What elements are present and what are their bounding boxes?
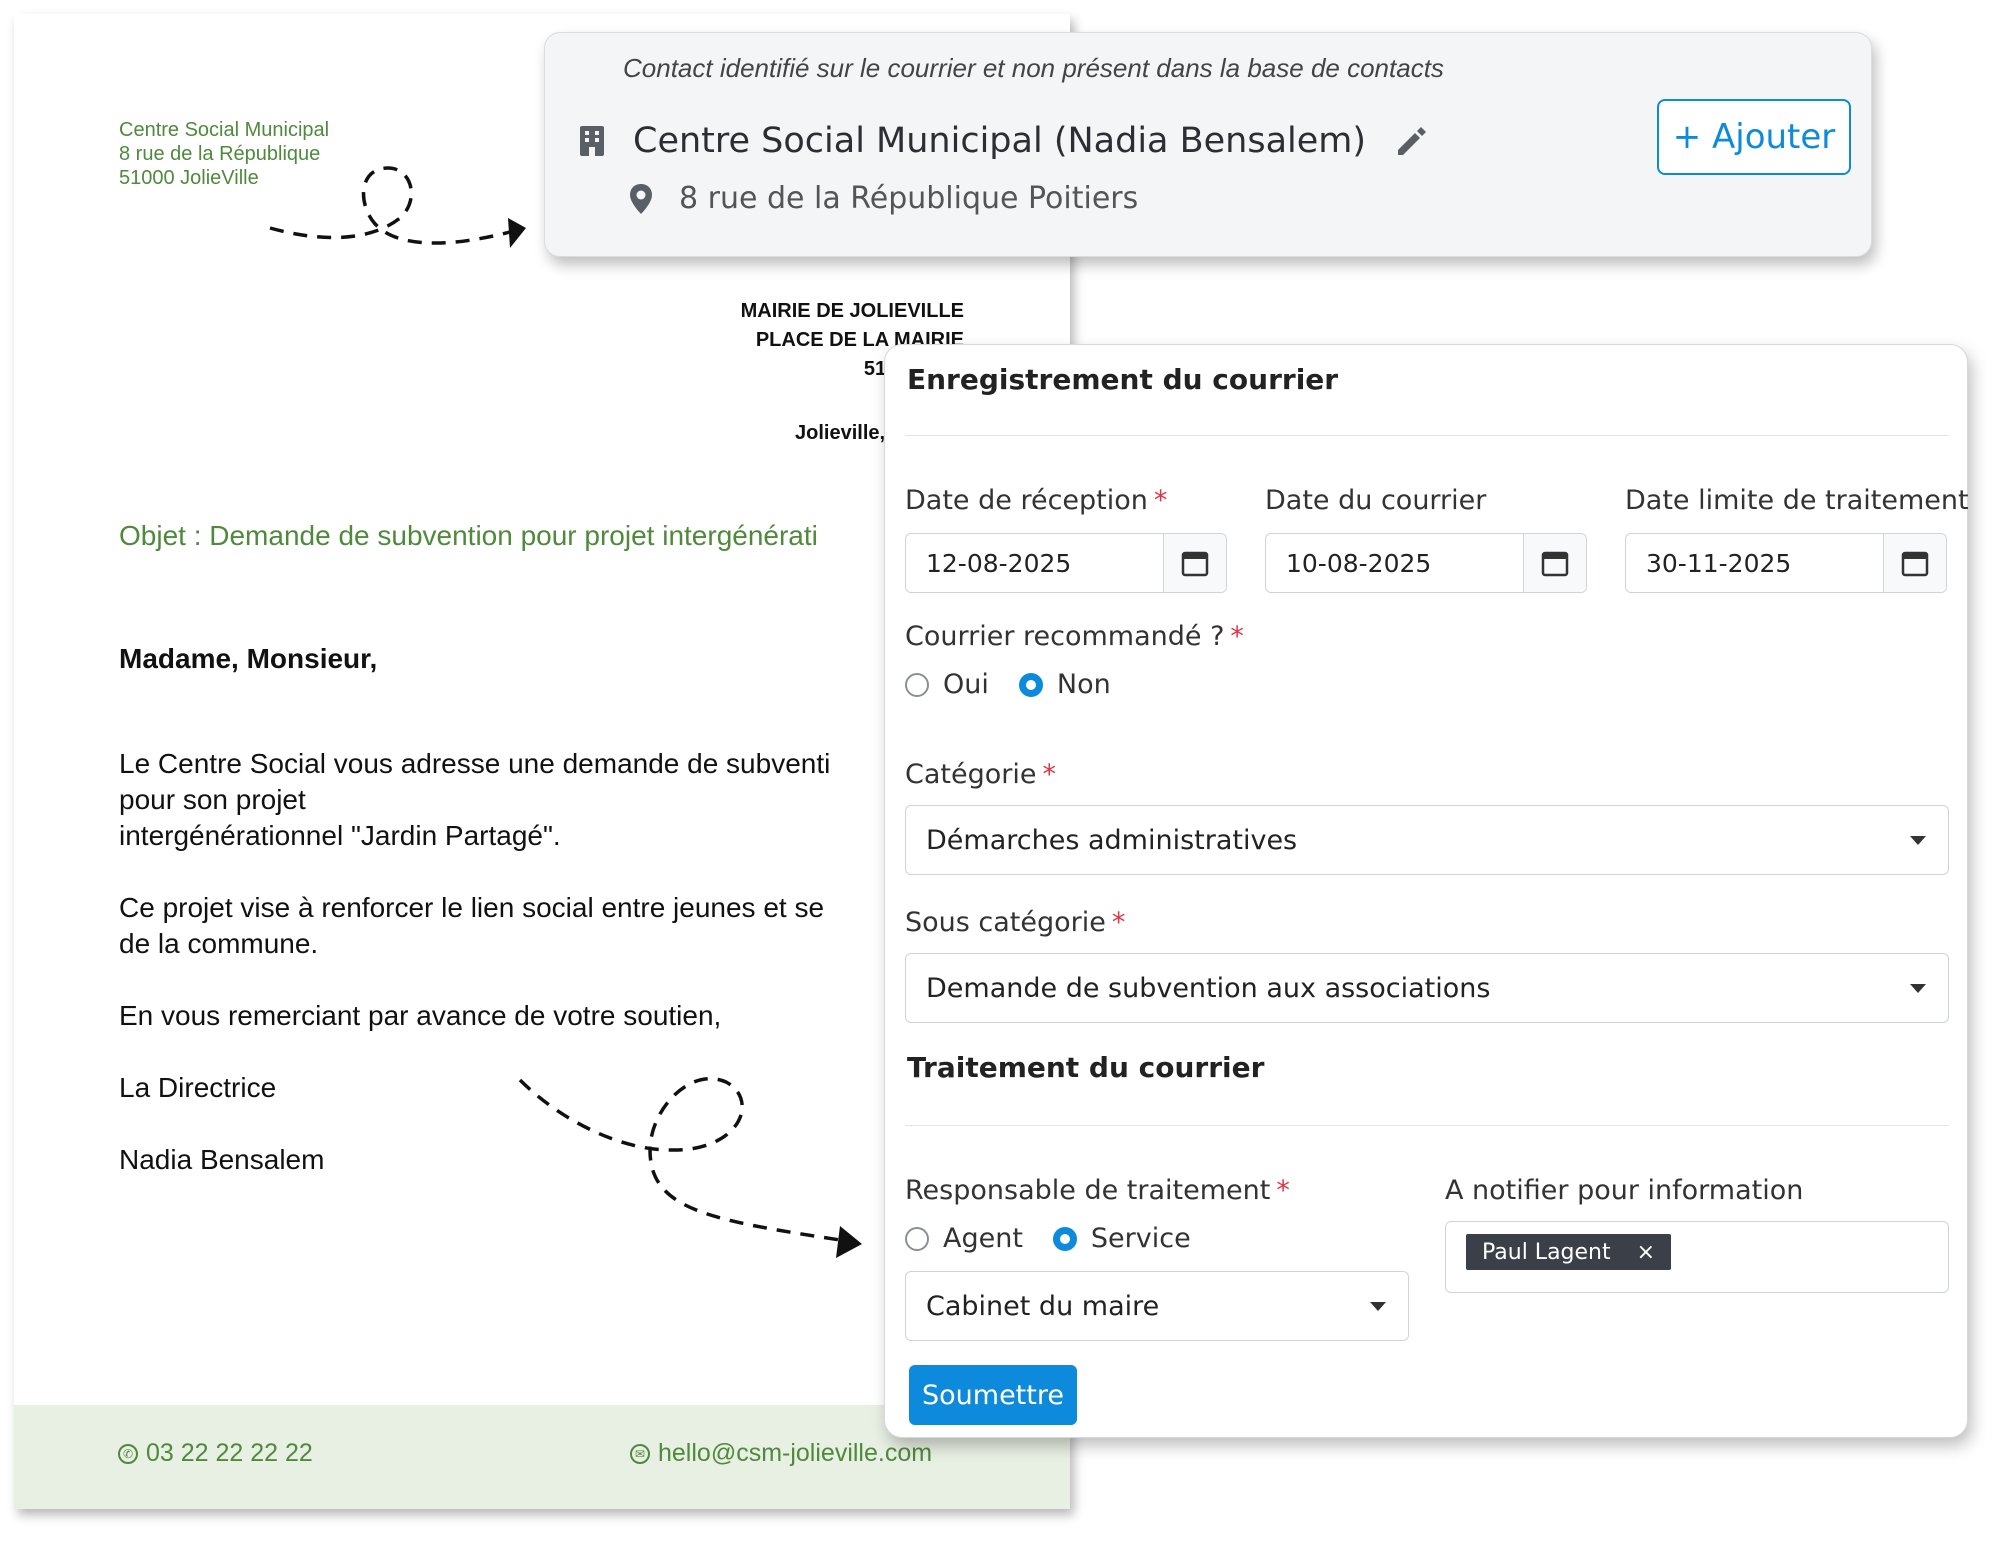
letter-date-label: Date du courrier <box>1265 485 1487 516</box>
radio-label[interactable]: Service <box>1091 1223 1191 1254</box>
handler-select[interactable]: Cabinet du maire <box>905 1271 1409 1341</box>
divider <box>905 1125 1949 1126</box>
required-mark: * <box>1111 907 1126 938</box>
treatment-title: Traitement du courrier <box>907 1051 1265 1084</box>
deadline-label: Date limite de traitement <box>1625 485 1969 516</box>
required-mark: * <box>1230 621 1244 652</box>
map-pin-icon <box>630 183 652 214</box>
letter-subject: Objet : Demande de subvention pour proje… <box>119 520 818 551</box>
subcategory-label: Sous catégorie * <box>905 907 1125 938</box>
radio-label[interactable]: Non <box>1057 669 1111 700</box>
radio-agent[interactable] <box>905 1226 929 1251</box>
chevron-down-icon[interactable] <box>1908 832 1928 848</box>
chevron-down-icon[interactable] <box>1908 980 1928 996</box>
required-mark: * <box>1276 1175 1290 1206</box>
phone-icon: ✆ <box>118 1443 138 1464</box>
building-icon <box>580 126 604 156</box>
reception-date-label: Date de réception * <box>905 485 1167 516</box>
tag-label: Paul Lagent <box>1482 1239 1611 1265</box>
contact-address: 8 rue de la République Poitiers <box>679 181 1139 216</box>
category-label: Catégorie * <box>905 759 1056 790</box>
divider <box>905 435 1949 436</box>
sender-line: Centre Social Municipal <box>119 119 330 141</box>
letter-sender: Centre Social Municipal 8 rue de la Répu… <box>119 118 329 190</box>
category-select[interactable]: Démarches administratives <box>905 805 1949 875</box>
letter-date-input[interactable]: 10-08-2025 <box>1265 533 1587 593</box>
radio-service[interactable] <box>1052 1226 1077 1251</box>
reception-date-value[interactable]: 12-08-2025 <box>906 534 1163 592</box>
handler-label: Responsable de traitement * <box>905 1175 1290 1206</box>
recipient-line: MAIRIE DE JOLIEVILLE <box>740 300 964 322</box>
handler-value[interactable]: Cabinet du maire <box>926 1291 1159 1322</box>
notify-label: A notifier pour information <box>1445 1175 1804 1206</box>
footer-phone: ✆ 03 22 22 22 22 <box>118 1439 313 1468</box>
phone-text: 03 22 22 22 22 <box>146 1439 313 1467</box>
sender-line: 51000 JolieVille <box>119 167 259 189</box>
registered-label: Courrier recommandé ? * <box>905 621 1244 652</box>
calendar-icon[interactable] <box>1163 534 1226 592</box>
calendar-icon[interactable] <box>1523 534 1586 592</box>
label-text: Date de réception <box>905 485 1148 516</box>
registered-radio-group: Oui Non <box>905 669 1141 700</box>
contact-note: Contact identifié sur le courrier et non… <box>623 53 1444 83</box>
footer-email: ✉ hello@csm-jolieville.com <box>630 1439 932 1468</box>
contact-name: Centre Social Municipal (Nadia Bensalem) <box>633 121 1367 161</box>
label-text: Catégorie <box>905 759 1037 790</box>
sender-line: 8 rue de la République <box>119 143 321 165</box>
label-text: Courrier recommandé ? <box>905 621 1225 652</box>
add-contact-button[interactable]: + Ajouter <box>1657 99 1851 175</box>
handler-radio-group: Agent Service <box>905 1223 1221 1254</box>
pencil-icon[interactable] <box>1394 124 1428 158</box>
required-mark: * <box>1042 759 1056 790</box>
email-text: hello@csm-jolieville.com <box>658 1439 933 1467</box>
letter-date-value[interactable]: 10-08-2025 <box>1266 534 1523 592</box>
contact-address-row: 8 rue de la République Poitiers <box>629 181 1138 216</box>
deadline-input[interactable]: 30-11-2025 <box>1625 533 1947 593</box>
reception-date-input[interactable]: 12-08-2025 <box>905 533 1227 593</box>
chevron-down-icon[interactable] <box>1368 1298 1388 1314</box>
form-title: Enregistrement du courrier <box>907 363 1339 396</box>
label-text: Responsable de traitement <box>905 1175 1271 1206</box>
submit-button[interactable]: Soumettre <box>909 1365 1077 1425</box>
required-mark: * <box>1153 485 1168 516</box>
notify-tag: Paul Lagent × <box>1466 1234 1672 1270</box>
subcategory-value[interactable]: Demande de subvention aux associations <box>926 973 1490 1004</box>
mail-icon: ✉ <box>630 1443 650 1464</box>
radio-label[interactable]: Agent <box>943 1223 1023 1254</box>
radio-label[interactable]: Oui <box>943 669 989 700</box>
contact-name-row: Centre Social Municipal (Nadia Bensalem) <box>579 121 1428 161</box>
radio-oui[interactable] <box>905 672 929 697</box>
deadline-value[interactable]: 30-11-2025 <box>1626 534 1883 592</box>
notify-multiselect[interactable]: Paul Lagent × <box>1445 1221 1949 1293</box>
contact-card: Contact identifié sur le courrier et non… <box>544 32 1872 257</box>
close-icon[interactable]: × <box>1637 1240 1655 1265</box>
label-text: Sous catégorie <box>905 907 1106 938</box>
calendar-icon[interactable] <box>1883 534 1946 592</box>
mail-registration-form: Enregistrement du courrier Date de récep… <box>884 344 1969 1438</box>
subcategory-select[interactable]: Demande de subvention aux associations <box>905 953 1949 1023</box>
category-value[interactable]: Démarches administratives <box>926 825 1297 856</box>
radio-non[interactable] <box>1018 672 1043 697</box>
